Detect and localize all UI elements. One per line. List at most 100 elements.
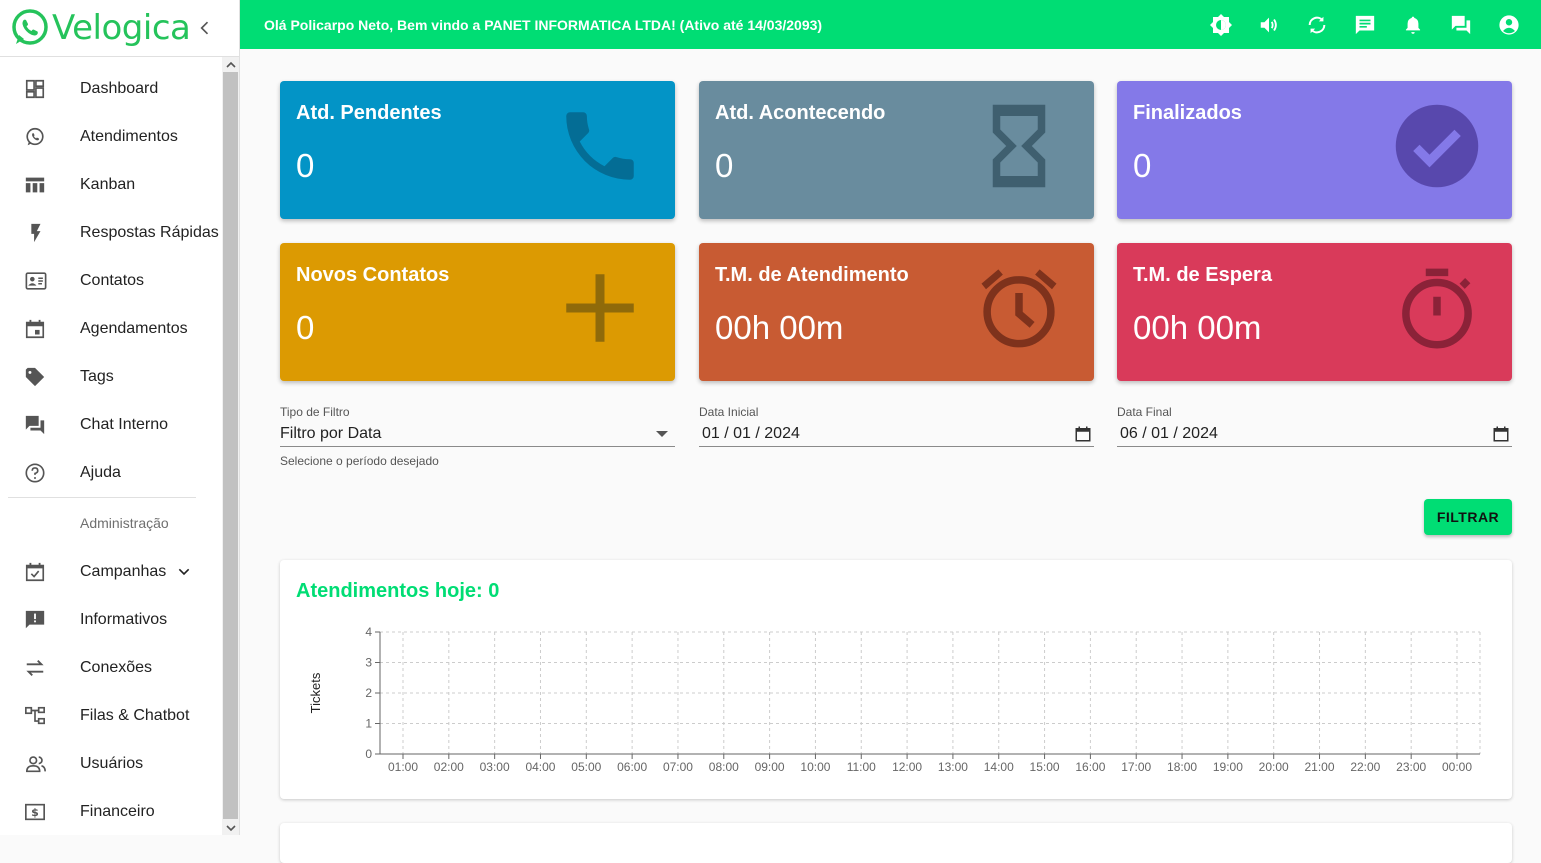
check-circle-icon	[1395, 104, 1479, 188]
phone-icon	[566, 112, 634, 180]
card-title: Finalizados	[1133, 102, 1242, 124]
sidebar-item-atendimentos[interactable]: Atendimentos	[0, 113, 222, 161]
x-tick-label: 09:00	[755, 760, 785, 774]
whatsapp-icon	[26, 127, 44, 146]
card-finalizados: Finalizados 0	[1117, 81, 1512, 219]
sidebar-item-label: Dashboard	[80, 80, 159, 97]
sidebar-item-usuarios[interactable]: Usuários	[0, 740, 222, 788]
svg-text:$: $	[31, 806, 39, 819]
sidebar-item-contatos[interactable]: Contatos	[0, 257, 222, 305]
sidebar-item-tags[interactable]: Tags	[0, 353, 222, 401]
sidebar-item-label: Kanban	[80, 176, 136, 193]
refresh-button[interactable]	[1293, 12, 1341, 38]
logo-text: Velogica	[52, 8, 191, 48]
card-value: 00h 00m	[1133, 309, 1262, 346]
filter-type-select[interactable]: Tipo de Filtro Filtro por Data Selecione…	[280, 405, 675, 468]
greeting-prefix: Olá	[264, 16, 287, 33]
x-tick-label: 00:00	[1442, 760, 1472, 774]
chevron-left-icon[interactable]	[195, 18, 215, 38]
alarm-icon	[981, 269, 1057, 348]
end-date-value: 06 / 01 / 2024	[1120, 424, 1218, 442]
user-name: Policarpo Neto	[290, 16, 390, 33]
logo-bar: Velogica	[0, 0, 239, 57]
internal-chat-button[interactable]	[1437, 12, 1485, 38]
card-tm-espera: T.M. de Espera 00h 00m	[1117, 243, 1512, 381]
calendar-icon[interactable]	[1074, 425, 1092, 443]
sync-alt-icon	[26, 660, 44, 676]
card-value: 0	[296, 309, 315, 346]
calendar-icon	[25, 319, 45, 339]
sidebar-scrollbar[interactable]	[222, 57, 239, 835]
filter-type-value: Filtro por Data	[280, 424, 382, 442]
sidebar-item-kanban[interactable]: Kanban	[0, 161, 222, 209]
sidebar-item-conexoes[interactable]: Conexões	[0, 644, 222, 692]
y-axis-label: Tickets	[308, 672, 323, 713]
sidebar-item-ajuda[interactable]: Ajuda	[0, 449, 222, 497]
sidebar-item-financeiro[interactable]: $ Financeiro	[0, 788, 222, 835]
x-tick-label: 17:00	[1121, 760, 1151, 774]
card-novos-contatos: Novos Contatos 0	[280, 243, 675, 381]
messages-button[interactable]	[1341, 12, 1389, 38]
sidebar-item-label: Chat Interno	[80, 416, 169, 433]
x-tick-label: 05:00	[571, 760, 601, 774]
filter-type-help: Selecione o período desejado	[280, 454, 439, 468]
card-title: T.M. de Atendimento	[715, 264, 909, 286]
refresh-icon	[1308, 16, 1326, 34]
sidebar-item-label: Filas & Chatbot	[80, 707, 190, 724]
filter-type-value-box[interactable]: Filtro por Data	[280, 421, 675, 447]
filter-button[interactable]: FILTRAR	[1424, 499, 1512, 535]
event-available-icon	[25, 562, 45, 582]
calendar-icon[interactable]	[1492, 425, 1510, 443]
chat-icon	[1355, 15, 1375, 35]
sidebar-item-respostas-rapidas[interactable]: Respostas Rápidas	[0, 209, 222, 257]
card-title: T.M. de Espera	[1133, 264, 1272, 286]
x-tick-label: 06:00	[617, 760, 647, 774]
sidebar-item-dashboard[interactable]: Dashboard	[0, 65, 222, 113]
theme-toggle-button[interactable]	[1197, 12, 1245, 38]
sidebar-item-informativos[interactable]: Informativos	[0, 596, 222, 644]
forum-icon	[1451, 15, 1471, 35]
sidebar-item-chat-interno[interactable]: Chat Interno	[0, 401, 222, 449]
sidebar-item-label: Financeiro	[80, 803, 155, 820]
y-tick-label: 1	[365, 717, 372, 731]
dropdown-arrow-icon[interactable]	[655, 430, 669, 438]
x-tick-label: 07:00	[663, 760, 693, 774]
start-date-field[interactable]: Data Inicial 01 / 01 / 2024	[699, 405, 1094, 447]
x-tick-label: 14:00	[984, 760, 1014, 774]
account-button[interactable]	[1485, 12, 1533, 38]
x-tick-label: 03:00	[480, 760, 510, 774]
y-tick-label: 4	[365, 625, 372, 639]
scroll-down-icon[interactable]	[222, 820, 239, 835]
sidebar-item-label: Informativos	[80, 611, 168, 628]
sidebar-item-campanhas[interactable]: Campanhas	[0, 548, 222, 596]
x-tick-label: 20:00	[1259, 760, 1289, 774]
main-content: Atd. Pendentes 0 Atd. Acontecendo 0 Fina…	[240, 49, 1541, 863]
x-tick-label: 19:00	[1213, 760, 1243, 774]
x-tick-label: 13:00	[938, 760, 968, 774]
sidebar-item-label: Usuários	[80, 755, 144, 772]
account-circle-icon	[1499, 15, 1519, 35]
start-date-input[interactable]: 01 / 01 / 2024	[699, 421, 1094, 447]
notifications-button[interactable]	[1389, 12, 1437, 38]
hourglass-icon	[992, 104, 1046, 188]
contact-card-icon	[25, 272, 47, 290]
top-icons	[1197, 12, 1533, 38]
card-atd-acontecendo: Atd. Acontecendo 0	[699, 81, 1094, 219]
scrollbar-thumb[interactable]	[223, 72, 238, 819]
sidebar-item-agendamentos[interactable]: Agendamentos	[0, 305, 222, 353]
volume-button[interactable]	[1245, 12, 1293, 38]
people-icon	[26, 756, 46, 773]
end-date-input[interactable]: 06 / 01 / 2024	[1117, 421, 1512, 447]
filter-type-label: Tipo de Filtro	[280, 405, 350, 419]
sidebar-item-filas-chatbot[interactable]: Filas & Chatbot	[0, 692, 222, 740]
sidebar-item-label: Ajuda	[80, 464, 121, 481]
x-tick-label: 15:00	[1030, 760, 1060, 774]
secondary-card	[280, 823, 1512, 863]
help-icon	[25, 463, 45, 483]
whatsapp-logo-icon	[12, 9, 48, 45]
end-date-field[interactable]: Data Final 06 / 01 / 2024	[1117, 405, 1512, 447]
scroll-up-icon[interactable]	[222, 57, 239, 72]
chevron-down-icon[interactable]	[176, 564, 192, 580]
x-tick-label: 08:00	[709, 760, 739, 774]
x-tick-label: 04:00	[525, 760, 555, 774]
